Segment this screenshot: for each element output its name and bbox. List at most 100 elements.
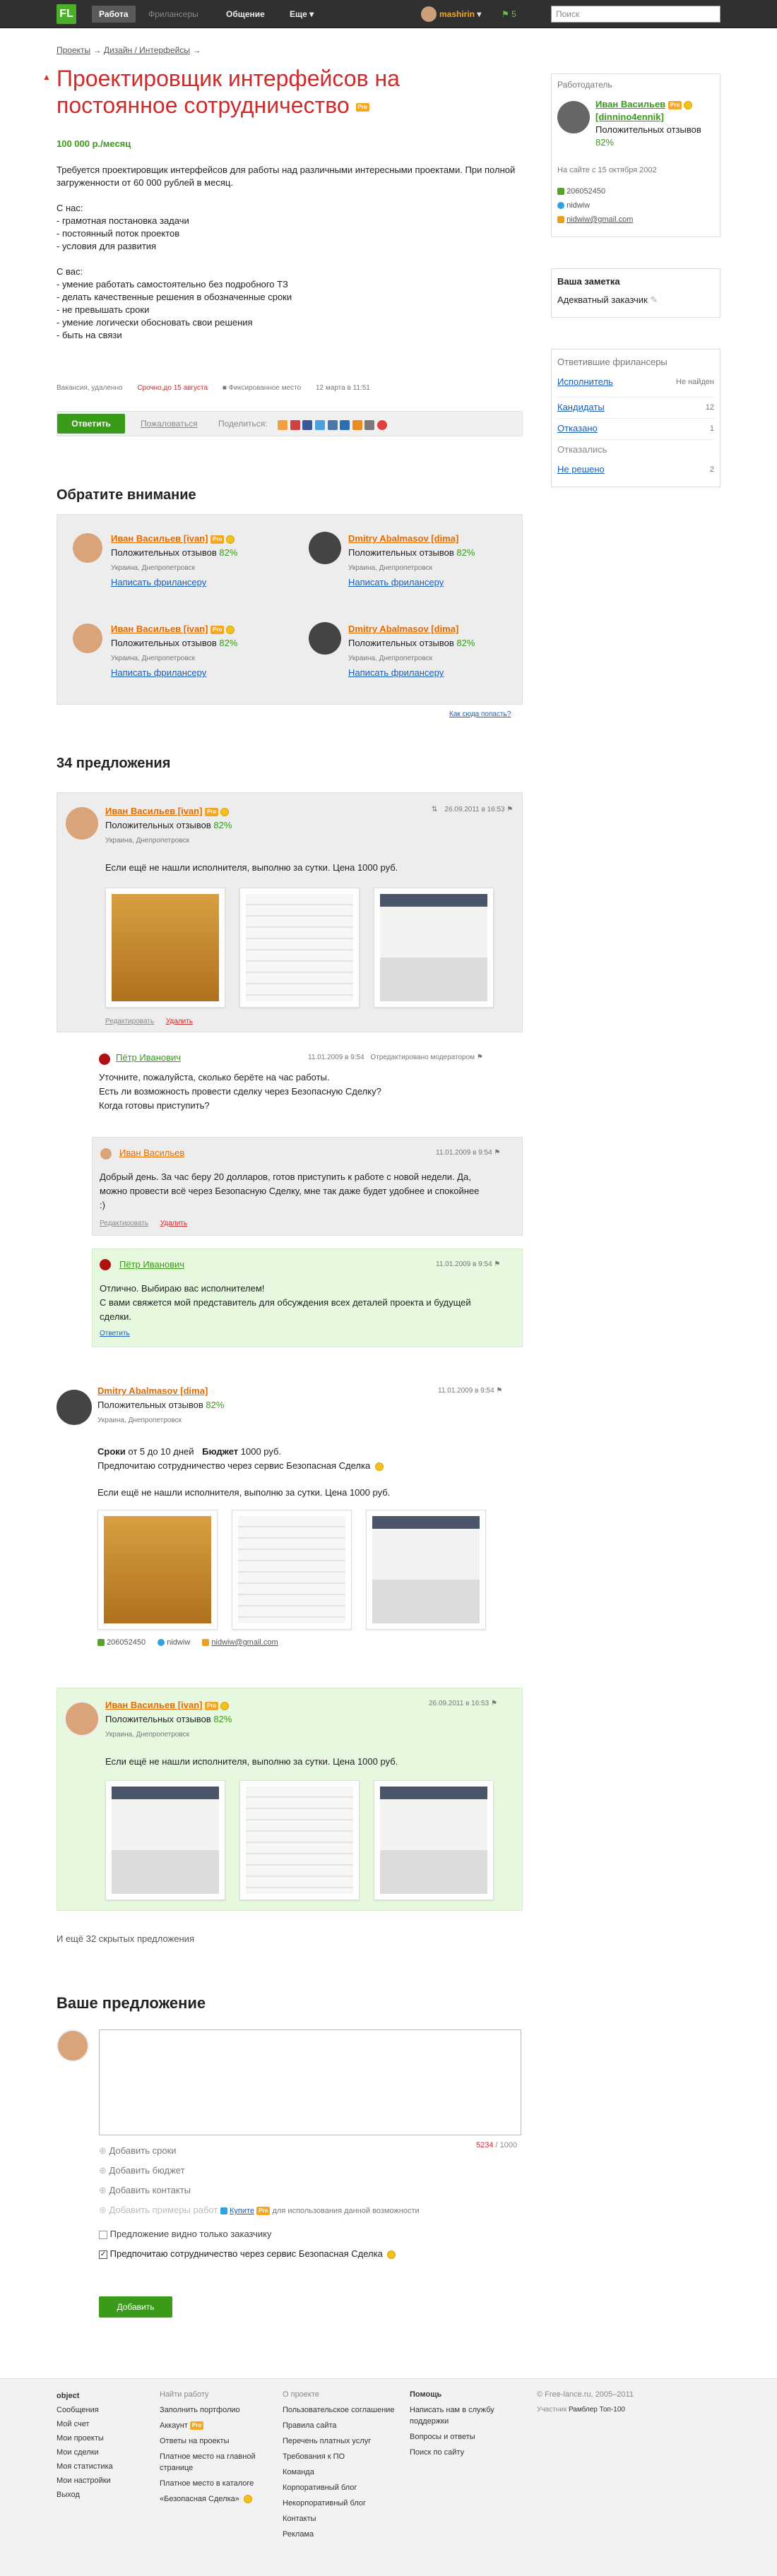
portfolio-thumb[interactable] [105, 888, 225, 1008]
user-menu[interactable]: mashirin ▾ [439, 6, 481, 23]
freelancer-name[interactable]: Иван Васильев [ivan] [105, 1700, 202, 1710]
add-contacts[interactable]: ⊕ Добавить контакты [99, 2181, 420, 2200]
footer-link[interactable]: Ответы на проекты [160, 2435, 273, 2447]
thumb-icon[interactable]: ⇅ [432, 806, 437, 813]
footer-link[interactable]: Требования к ПО [283, 2451, 396, 2462]
footer-link[interactable]: Платное место на главной странице [160, 2451, 273, 2474]
freelancer-avatar[interactable] [57, 1390, 92, 1425]
employer-name[interactable]: Иван Васильев [595, 99, 665, 109]
submit-offer-button[interactable]: Добавить [99, 2296, 172, 2318]
row-label[interactable]: Отказано [557, 423, 598, 434]
flag-icon[interactable]: ⚑ [496, 1387, 502, 1395]
freelancer-avatar[interactable] [309, 532, 341, 564]
write-link[interactable]: Написать фрилансеру [348, 667, 444, 678]
logo[interactable]: FL [57, 4, 76, 24]
nav-more[interactable]: Еще ▾ [283, 6, 321, 23]
portfolio-thumb[interactable] [366, 1510, 486, 1630]
reply-button[interactable]: Ответить [57, 414, 125, 434]
breadcrumb-projects[interactable]: Проекты [57, 45, 90, 55]
footer-link[interactable]: Аккаунт Pro [160, 2420, 273, 2431]
flag-icon[interactable]: ⚑ [506, 806, 513, 813]
add-budget[interactable]: ⊕ Добавить бюджет [99, 2161, 420, 2181]
write-link[interactable]: Написать фрилансеру [111, 577, 206, 588]
facebook-icon[interactable] [302, 419, 313, 430]
complain-link[interactable]: Пожаловаться [141, 419, 198, 429]
buy-link[interactable]: Купите [230, 2207, 254, 2215]
nav-communication[interactable]: Общение [219, 6, 272, 23]
freelancer-name[interactable]: Dmitry Abalmasov [dima] [348, 624, 458, 634]
add-terms[interactable]: ⊕ Добавить сроки [99, 2141, 420, 2161]
edit-link[interactable]: Редактировать [105, 1018, 154, 1025]
responders-row[interactable]: Не решено 2 [557, 461, 714, 482]
edit-link[interactable]: Редактировать [100, 1220, 148, 1227]
user-avatar[interactable] [421, 6, 437, 22]
footer-link[interactable]: Поиск по сайту [410, 2447, 530, 2458]
portfolio-thumb[interactable] [239, 1780, 360, 1900]
comment-author[interactable]: Пётр Иванович [119, 1259, 184, 1270]
footer-link[interactable]: Вопросы и ответы [410, 2431, 530, 2443]
portfolio-thumb[interactable] [105, 1780, 225, 1900]
footer-link[interactable]: Команда [283, 2467, 396, 2478]
user-avatar[interactable] [99, 1054, 110, 1065]
mail-ru-icon[interactable] [340, 419, 350, 430]
portfolio-thumb[interactable] [97, 1510, 218, 1630]
freelancer-name[interactable]: Иван Васильев [ivan] [111, 533, 208, 544]
freelancer-name[interactable]: Dmitry Abalmasov [dima] [348, 533, 458, 544]
footer-link[interactable]: Контакты [283, 2513, 396, 2524]
employer-login[interactable]: [dinnino4ennik] [595, 112, 664, 122]
freelancer-avatar[interactable] [64, 1701, 100, 1736]
footer-link[interactable]: Мой счет [57, 2417, 162, 2431]
flag-icon[interactable]: ⚑ [494, 1260, 500, 1268]
freelancer-avatar[interactable] [64, 806, 100, 841]
responders-row[interactable]: Кандидаты 12 [557, 398, 714, 419]
portfolio-thumb[interactable] [374, 1780, 494, 1900]
row-label[interactable]: Не решено [557, 464, 605, 475]
footer-link[interactable]: Написать нам в службу поддержки [410, 2404, 530, 2427]
comment-author[interactable]: Пётр Иванович [116, 1052, 181, 1063]
freelancer-avatar[interactable] [309, 622, 341, 655]
nav-freelancers[interactable]: Фрилансеры [141, 6, 206, 23]
share-1-icon[interactable] [278, 419, 287, 430]
footer-link[interactable]: Пользовательское соглашение [283, 2404, 396, 2416]
row-label[interactable]: Исполнитель [557, 376, 613, 387]
twitter-icon[interactable] [314, 419, 325, 430]
flag-icon[interactable]: ⚑ [477, 1054, 483, 1061]
footer-link[interactable]: Мои настройки [57, 2474, 162, 2488]
livejournal-icon[interactable] [364, 419, 375, 430]
flag-icon[interactable]: ⚑ [494, 1149, 500, 1157]
responders-row[interactable]: Исполнитель Не найден [557, 376, 714, 398]
how-to-get-link[interactable]: Как сюда попасть? [449, 710, 511, 718]
freelancer-avatar[interactable] [71, 622, 104, 655]
rating[interactable]: ⚑ 5 [502, 6, 516, 23]
employer-mail[interactable]: nidwiw@gmail.com [567, 215, 633, 224]
footer-link[interactable]: Заполнить портфолио [160, 2404, 273, 2416]
footer-link[interactable]: Мои сделки [57, 2445, 162, 2459]
footer-link[interactable]: Выход [57, 2488, 162, 2502]
prefer-safe-option[interactable]: ✓ Предпочитаю сотрудничество через серви… [99, 2248, 396, 2259]
prefer-safe-checkbox[interactable]: ✓ [99, 2250, 107, 2259]
odnoklassniki-icon[interactable] [352, 419, 362, 430]
portfolio-thumb[interactable] [374, 888, 494, 1008]
footer-link[interactable]: Моя статистика [57, 2459, 162, 2474]
footer-link[interactable]: Мои проекты [57, 2431, 162, 2445]
note-text[interactable]: Адекватный заказчик ✎ [557, 294, 658, 306]
mail[interactable]: nidwiw@gmail.com [211, 1638, 278, 1647]
offer-textarea[interactable] [99, 2029, 521, 2135]
write-link[interactable]: Написать фрилансеру [348, 577, 444, 588]
reply-link[interactable]: Ответить [100, 1330, 130, 1337]
footer-link[interactable]: Правила сайта [283, 2420, 396, 2431]
google-icon[interactable] [377, 419, 387, 430]
comment-author[interactable]: Иван Васильев [119, 1147, 184, 1158]
footer-link[interactable]: Платное место в каталоге [160, 2478, 273, 2489]
delete-link[interactable]: Удалить [160, 1220, 187, 1227]
footer-link[interactable]: Реклама [283, 2529, 396, 2540]
nav-work[interactable]: Работа [92, 6, 136, 23]
rating-counter[interactable]: Участник Рамблер Топ-100 [537, 2404, 664, 2416]
responders-row[interactable]: Отказано 1 [557, 419, 714, 440]
footer-link[interactable]: Перечень платных услуг [283, 2435, 396, 2447]
breadcrumb-design[interactable]: Дизайн / Интерфейсы [104, 45, 190, 55]
freelancer-name[interactable]: Dmitry Abalmasov [dima] [97, 1385, 208, 1396]
write-link[interactable]: Написать фрилансеру [111, 667, 206, 678]
user-avatar[interactable] [100, 1259, 111, 1270]
vk-icon[interactable] [327, 419, 338, 430]
